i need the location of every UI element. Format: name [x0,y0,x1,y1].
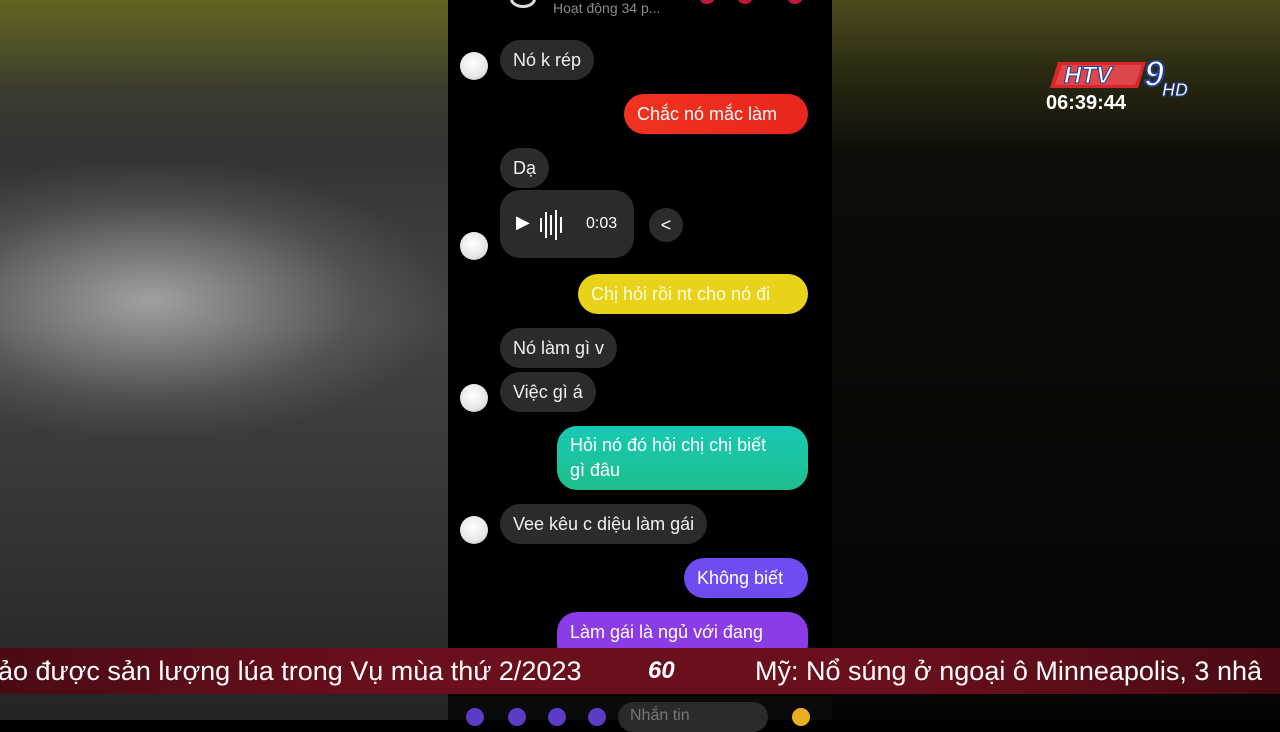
mic-icon[interactable] [588,708,606,726]
broadcast-clock: 06:39:44 [1046,92,1127,114]
svg-text:HTV: HTV [1064,62,1114,89]
call-icon[interactable] [700,0,714,4]
gallery-icon[interactable] [548,708,566,726]
sender-avatar [460,52,488,80]
message-line: Hỏi nó đó hỏi chị chị biết [570,435,767,455]
voice-duration: 0:03 [586,215,618,232]
video-call-icon[interactable] [738,0,752,4]
voice-message[interactable]: ▶ 0:03 [500,190,634,258]
message-outgoing[interactable]: Chị hỏi rồi nt cho nó đi [578,274,808,314]
waveform-icon [540,210,570,240]
active-status: Hoạt động 34 p... [553,0,661,16]
sender-avatar [460,232,488,260]
message-outgoing-multiline[interactable]: Hỏi nó đó hỏi chị chị biết gì đâu [557,426,808,490]
camera-icon[interactable] [508,708,526,726]
info-icon[interactable] [788,0,802,4]
emoji-icon[interactable] [792,708,810,726]
plus-icon[interactable] [466,708,484,726]
blurred-background-left [0,0,450,720]
message-incoming[interactable]: Vee kêu c diệu làm gái [500,504,708,544]
program-logo: 60 [648,657,675,684]
svg-text:HD: HD [1162,80,1188,98]
news-ticker: ảo được sản lượng lúa trong Vụ mùa thứ 2… [0,648,1280,694]
chat-screen: Hoạt động 34 p... Nó k rép Chắc nó mắc l… [448,0,832,720]
message-outgoing[interactable]: Chắc nó mắc làm [624,94,808,134]
message-incoming[interactable]: Nó làm gì v [500,328,618,368]
message-outgoing[interactable]: Không biết [684,558,808,598]
message-incoming[interactable]: Nó k rép [500,40,595,80]
sender-avatar [460,516,488,544]
play-icon[interactable]: ▶ [516,212,530,233]
message-incoming[interactable]: Dạ [500,148,550,188]
channel-logo: HTV 9 HD 06:39:44 [1044,52,1194,118]
message-line: gì đâu [570,460,621,480]
ticker-text-right: Mỹ: Nổ súng ở ngoại ô Minneapolis, 3 nhâ [755,656,1263,686]
contact-avatar[interactable] [510,0,536,8]
share-icon[interactable]: < [649,208,683,242]
message-composer: Nhắn tin [448,696,832,732]
message-incoming[interactable]: Việc gì á [500,372,596,412]
message-input[interactable]: Nhắn tin [618,702,768,732]
ticker-text-left: ảo được sản lượng lúa trong Vụ mùa thứ 2… [0,656,582,686]
sender-avatar [460,384,488,412]
